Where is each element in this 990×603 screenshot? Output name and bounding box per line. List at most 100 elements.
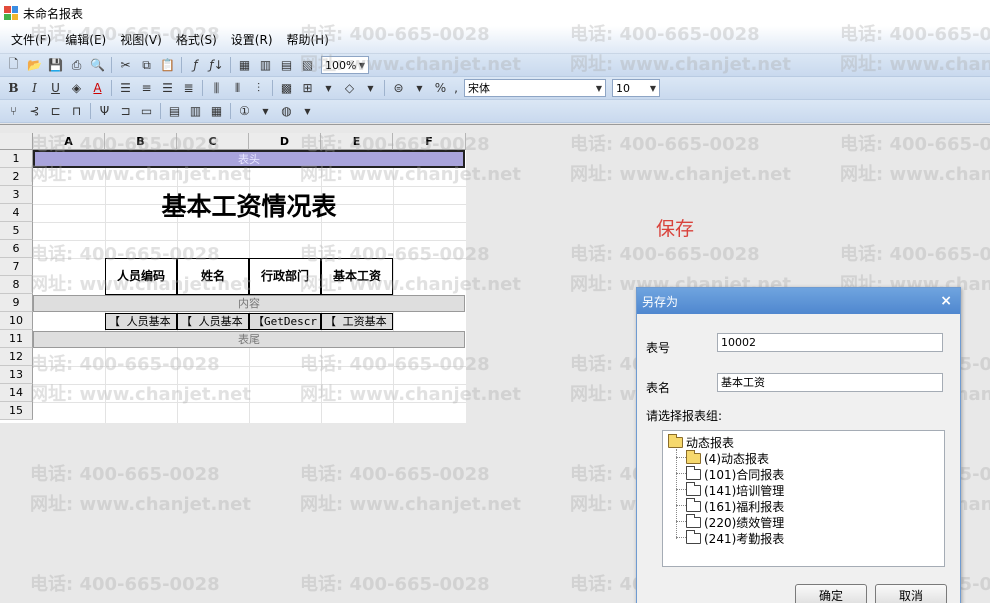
menu-help[interactable]: 帮助(H): [280, 30, 336, 50]
column-header-a[interactable]: A: [33, 133, 105, 150]
report-title-cell[interactable]: 基本工资情况表: [105, 187, 393, 223]
row-header[interactable]: 8: [0, 276, 33, 294]
filter-icon[interactable]: Ψ: [94, 102, 115, 121]
align-center-icon[interactable]: ≡: [136, 79, 157, 98]
field-icon[interactable]: ①: [234, 102, 255, 121]
column-header-f[interactable]: F: [393, 133, 466, 150]
report-code-input[interactable]: 10002: [717, 333, 943, 352]
menu-edit[interactable]: 编辑(E): [58, 30, 113, 50]
menu-format[interactable]: 格式(S): [169, 30, 224, 50]
chevron-down-icon[interactable]: ▼: [360, 79, 381, 98]
page-setup-icon[interactable]: ▧: [297, 56, 318, 75]
header-band[interactable]: 表头: [33, 150, 465, 168]
table-data-cell[interactable]: 【 工资基本: [321, 313, 393, 330]
wrap-icon[interactable]: ▩: [276, 79, 297, 98]
grid-icon[interactable]: ▦: [234, 56, 255, 75]
table-data-cell[interactable]: 【GetDescr: [249, 313, 321, 330]
row-header[interactable]: 10: [0, 312, 33, 330]
tree-node[interactable]: (141)培训管理: [686, 482, 784, 499]
cancel-button[interactable]: 取消: [875, 584, 947, 603]
close-icon[interactable]: ×: [940, 293, 952, 309]
chevron-down-icon[interactable]: ▼: [409, 79, 430, 98]
font-color-icon[interactable]: A: [87, 79, 108, 98]
page-icon[interactable]: ▤: [276, 56, 297, 75]
copy-icon[interactable]: ⧉: [136, 56, 157, 75]
menu-file[interactable]: 文件(F): [4, 30, 58, 50]
tree-node[interactable]: (220)绩效管理: [686, 514, 784, 531]
row-header[interactable]: 4: [0, 204, 33, 222]
row-header[interactable]: 15: [0, 402, 33, 420]
merge-icon[interactable]: ⑂: [3, 102, 24, 121]
new-icon[interactable]: 🗋: [3, 56, 24, 75]
grid-corner[interactable]: [0, 133, 33, 150]
column-header-d[interactable]: D: [249, 133, 321, 150]
chevron-down-icon[interactable]: ▼: [318, 79, 339, 98]
row-header[interactable]: 3: [0, 186, 33, 204]
column-icon[interactable]: ▥: [255, 56, 276, 75]
table-data-cell[interactable]: 【 人员基本: [105, 313, 177, 330]
chevron-down-icon[interactable]: ▼: [297, 102, 318, 121]
row-header[interactable]: 12: [0, 348, 33, 366]
footer-band[interactable]: 表尾: [33, 331, 465, 348]
dialog-title-bar[interactable]: 另存为 ×: [637, 288, 960, 314]
menu-settings[interactable]: 设置(R): [224, 30, 280, 50]
content-band[interactable]: 内容: [33, 295, 465, 312]
table-header-cell[interactable]: 行政部门: [249, 258, 321, 295]
tree-node-root[interactable]: 动态报表: [668, 434, 734, 451]
underline-icon[interactable]: U: [45, 79, 66, 98]
frame-icon[interactable]: ▭: [136, 102, 157, 121]
row-header[interactable]: 5: [0, 222, 33, 240]
font-size-select[interactable]: 10 ▼: [612, 79, 660, 97]
align-justify-icon[interactable]: ≣: [178, 79, 199, 98]
valign-bottom-icon[interactable]: ⫶: [248, 79, 269, 98]
group-icon[interactable]: ⊐: [115, 102, 136, 121]
paste-icon[interactable]: 📋: [157, 56, 178, 75]
ok-button[interactable]: 确定: [795, 584, 867, 603]
valign-top-icon[interactable]: ⫼: [206, 79, 227, 98]
insert-row-icon[interactable]: ⊏: [45, 102, 66, 121]
row-header[interactable]: 11: [0, 330, 33, 348]
row-header[interactable]: 13: [0, 366, 33, 384]
content-band-icon[interactable]: ▥: [185, 102, 206, 121]
border-icon[interactable]: ⊞: [297, 79, 318, 98]
open-icon[interactable]: 📂: [24, 56, 45, 75]
fill-color-icon[interactable]: ◈: [66, 79, 87, 98]
function-wizard-icon[interactable]: ƒ↓: [206, 56, 227, 75]
save-icon[interactable]: 💾: [45, 56, 66, 75]
number-format-icon[interactable]: ⊜: [388, 79, 409, 98]
tree-node[interactable]: (4)动态报表: [686, 450, 769, 467]
zoom-select[interactable]: 100% ▼: [321, 56, 369, 74]
percent-icon[interactable]: %: [430, 79, 451, 98]
comma-icon[interactable]: ,: [451, 79, 461, 98]
bold-icon[interactable]: B: [3, 79, 24, 98]
valign-middle-icon[interactable]: ⫴: [227, 79, 248, 98]
column-header-c[interactable]: C: [177, 133, 249, 150]
print-icon[interactable]: ⎙: [66, 56, 87, 75]
table-header-cell[interactable]: 人员编码: [105, 258, 177, 295]
font-select[interactable]: 宋体 ▼: [464, 79, 606, 97]
row-header[interactable]: 1: [0, 150, 33, 168]
chevron-down-icon[interactable]: ▼: [255, 102, 276, 121]
row-header[interactable]: 6: [0, 240, 33, 258]
table-header-cell[interactable]: 基本工资: [321, 258, 393, 295]
image-icon[interactable]: ◍: [276, 102, 297, 121]
report-name-input[interactable]: 基本工资: [717, 373, 943, 392]
tree-node[interactable]: (161)福利报表: [686, 498, 784, 515]
row-header[interactable]: 2: [0, 168, 33, 186]
eraser-icon[interactable]: ◇: [339, 79, 360, 98]
header-band-icon[interactable]: ▤: [164, 102, 185, 121]
tree-node[interactable]: (241)考勤报表: [686, 530, 784, 547]
row-header[interactable]: 7: [0, 258, 33, 276]
print-preview-icon[interactable]: 🔍: [87, 56, 108, 75]
italic-icon[interactable]: I: [24, 79, 45, 98]
row-header[interactable]: 9: [0, 294, 33, 312]
table-data-cell[interactable]: 【 人员基本: [177, 313, 249, 330]
row-header[interactable]: 14: [0, 384, 33, 402]
menu-view[interactable]: 视图(V): [113, 30, 169, 50]
footer-band-icon[interactable]: ▦: [206, 102, 227, 121]
split-icon[interactable]: ⊰: [24, 102, 45, 121]
function-icon[interactable]: ƒ: [185, 56, 206, 75]
column-header-b[interactable]: B: [105, 133, 177, 150]
table-header-cell[interactable]: 姓名: [177, 258, 249, 295]
insert-column-icon[interactable]: ⊓: [66, 102, 87, 121]
